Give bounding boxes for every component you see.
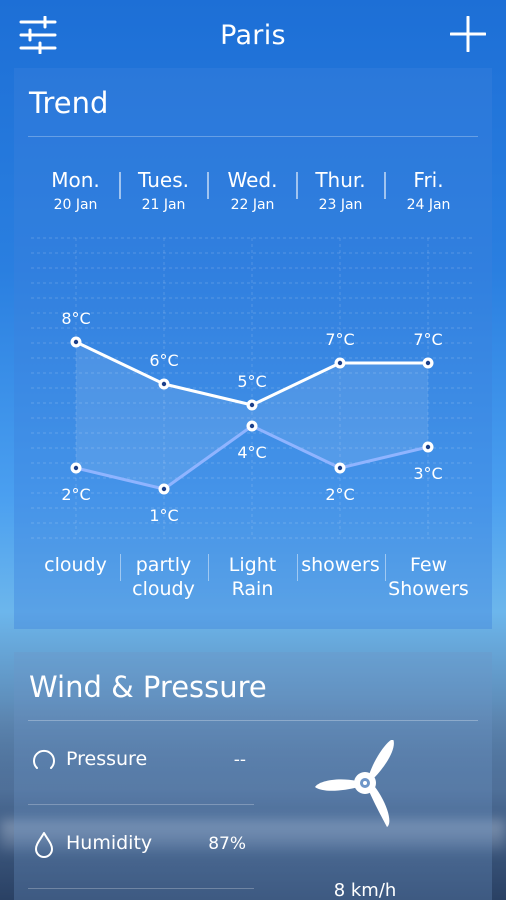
low-temperature-label: 2°C bbox=[325, 485, 354, 504]
low-temperature-point-center bbox=[425, 444, 431, 450]
high-temperature-point-center bbox=[425, 360, 431, 366]
high-temperature-label: 8°C bbox=[61, 309, 90, 328]
condition-fri: Few Showers bbox=[388, 554, 469, 600]
humidity-value: 87% bbox=[208, 834, 246, 854]
pressure-gauge-icon bbox=[32, 746, 56, 774]
humidity-row: Humidity 87% bbox=[28, 804, 254, 888]
top-bar: Paris bbox=[0, 0, 506, 70]
humidity-label: Humidity bbox=[66, 832, 153, 854]
trend-card: Trend Mon. 20 Jan Tues. 21 Jan Wed. 22 J… bbox=[14, 68, 492, 629]
condition-thu: showers bbox=[301, 554, 380, 576]
low-temperature-point-center bbox=[161, 486, 167, 492]
plus-icon[interactable] bbox=[449, 15, 487, 53]
condition-wed: Light Rain bbox=[228, 554, 277, 600]
high-temperature-label: 6°C bbox=[149, 351, 178, 370]
wind-pressure-title: Wind & Pressure bbox=[29, 670, 267, 704]
low-temperature-label: 2°C bbox=[61, 485, 90, 504]
water-drop-icon bbox=[32, 830, 56, 858]
pressure-label: Pressure bbox=[66, 748, 148, 770]
high-temperature-label: 5°C bbox=[237, 372, 266, 391]
high-temperature-point-center bbox=[249, 402, 255, 408]
temperature-trend-chart: 8°C 2°C 6°C 1°C 5°C 4°C 7°C 2°C 7°C 3°C bbox=[31, 237, 475, 539]
wind-turbine-icon bbox=[310, 739, 420, 836]
low-temperature-point-center bbox=[73, 465, 79, 471]
high-temperature-point-center bbox=[73, 339, 79, 345]
high-temperature-point-center bbox=[337, 360, 343, 366]
low-temperature-point-center bbox=[337, 465, 343, 471]
wind-speed-value: 8 km/h bbox=[333, 880, 397, 900]
pressure-value: -- bbox=[233, 750, 246, 770]
wind-pressure-card: Wind & Pressure Pressure -- Humidity 87% bbox=[14, 652, 492, 900]
condition-mon: cloudy bbox=[44, 554, 107, 576]
low-temperature-point-center bbox=[249, 423, 255, 429]
city-name: Paris bbox=[220, 20, 286, 51]
pressure-row: Pressure -- bbox=[28, 720, 254, 804]
row-divider bbox=[28, 888, 254, 889]
low-temperature-label: 1°C bbox=[149, 506, 178, 525]
condition-tue: partly cloudy bbox=[132, 554, 195, 600]
low-temperature-label: 4°C bbox=[237, 443, 266, 462]
high-temperature-point-center bbox=[161, 381, 167, 387]
low-temperature-label: 3°C bbox=[413, 464, 442, 483]
high-temperature-label: 7°C bbox=[325, 330, 354, 349]
high-temperature-label: 7°C bbox=[413, 330, 442, 349]
